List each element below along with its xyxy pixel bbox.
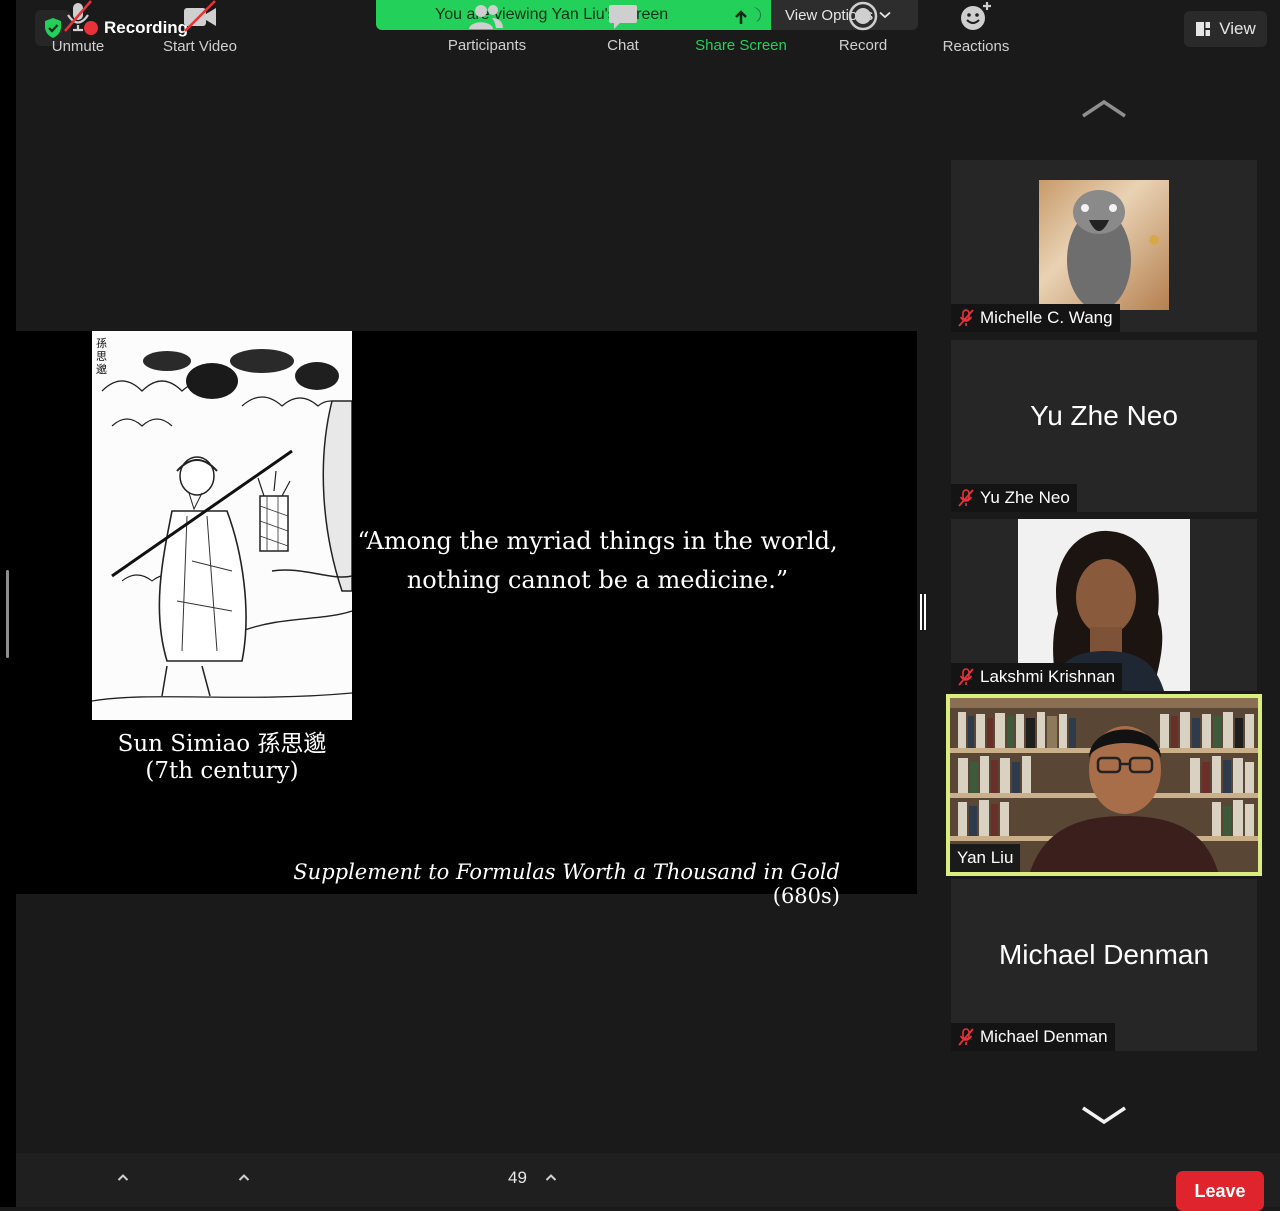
quote-line-2: nothing cannot be a medicine.”	[406, 566, 789, 594]
source-title: Supplement to Formulas Worth a Thousand …	[293, 860, 840, 884]
participant-name: Michelle C. Wang	[980, 308, 1113, 327]
chevron-down-icon[interactable]	[1081, 1105, 1127, 1127]
panel-resize-handle[interactable]	[6, 570, 9, 658]
chevron-up-icon[interactable]	[545, 1172, 557, 1184]
quote-line-1: “Among the myriad things in the world,	[357, 527, 838, 555]
participant-display-name: Michael Denman	[998, 939, 1210, 970]
unmute-button[interactable]: Unmute	[48, 0, 108, 55]
start-video-label: Start Video	[163, 38, 237, 55]
participants-button[interactable]: Participants	[440, 0, 534, 54]
participant-tile[interactable]: Michelle C. Wang	[951, 160, 1257, 332]
split-view-handle[interactable]	[920, 594, 926, 630]
participant-tile[interactable]: Yu Zhe Neo Yu Zhe Neo	[951, 340, 1257, 512]
meeting-toolbar	[16, 1153, 1280, 1207]
leave-button[interactable]: Leave	[1176, 1171, 1264, 1211]
muted-mic-icon	[958, 1028, 974, 1046]
muted-mic-icon	[958, 309, 974, 327]
chevron-up-icon[interactable]	[238, 1172, 250, 1184]
record-label: Record	[838, 37, 888, 54]
view-button-label: View	[1219, 19, 1256, 38]
parrot-photo-image	[1039, 180, 1169, 310]
participant-name: Michael Denman	[980, 1027, 1108, 1046]
participant-nametag: Michelle C. Wang	[951, 304, 1120, 332]
record-icon	[848, 1, 878, 31]
portrait-chinese-label: 孫思邈	[96, 337, 107, 376]
share-screen-icon	[725, 7, 757, 29]
share-screen-label: Share Screen	[695, 37, 787, 54]
participant-tile[interactable]: Michael Denman Michael Denman	[951, 879, 1257, 1051]
participant-display-name: Yu Zhe Neo	[1030, 400, 1178, 431]
unmute-label: Unmute	[51, 38, 105, 55]
participant-name: Lakshmi Krishnan	[980, 667, 1116, 686]
participant-nametag: Michael Denman	[951, 1023, 1115, 1051]
chevron-up-icon[interactable]	[117, 1172, 129, 1184]
participant-name: Yu Zhe Neo	[980, 488, 1070, 507]
record-button[interactable]: Record	[833, 0, 893, 54]
participant-nametag: Lakshmi Krishnan	[951, 663, 1123, 691]
video-off-icon	[184, 0, 216, 32]
view-button[interactable]: View	[1184, 11, 1267, 47]
sun-simiao-woodcut-image: 孫思邈	[92, 331, 352, 720]
chat-label: Chat	[607, 37, 639, 54]
participants-label: Participants	[447, 37, 527, 54]
reactions-icon	[961, 2, 991, 30]
participants-count: 49	[508, 1168, 527, 1187]
share-screen-button[interactable]: Share Screen	[690, 0, 792, 54]
participants-icon	[469, 5, 503, 29]
muted-mic-icon	[64, 0, 92, 32]
start-video-button[interactable]: Start Video	[154, 0, 246, 55]
muted-mic-icon	[958, 489, 974, 507]
portrait-caption-date: (7th century)	[145, 758, 299, 784]
participant-name: Yan Liu	[957, 848, 1014, 867]
reactions-label: Reactions	[942, 38, 1010, 55]
participant-tile[interactable]: Lakshmi Krishnan	[951, 519, 1257, 691]
portrait-caption-name: Sun Simiao 孫思邈	[117, 731, 327, 757]
gallery-view-icon	[1196, 22, 1211, 36]
slide-quote: “Among the myriad things in the world, n…	[355, 522, 840, 600]
chat-icon	[609, 5, 637, 29]
chat-button[interactable]: Chat	[597, 0, 649, 54]
muted-mic-icon	[958, 668, 974, 686]
reactions-button[interactable]: Reactions	[936, 0, 1016, 55]
chevron-up-icon[interactable]	[1081, 97, 1127, 119]
participant-nametag: Yu Zhe Neo	[951, 484, 1077, 512]
slide-source: Supplement to Formulas Worth a Thousand …	[230, 860, 840, 908]
active-speaker-tile[interactable]: Yan Liu	[946, 694, 1262, 876]
source-year: (680s)	[772, 884, 840, 908]
participant-nametag: Yan Liu	[950, 844, 1021, 872]
